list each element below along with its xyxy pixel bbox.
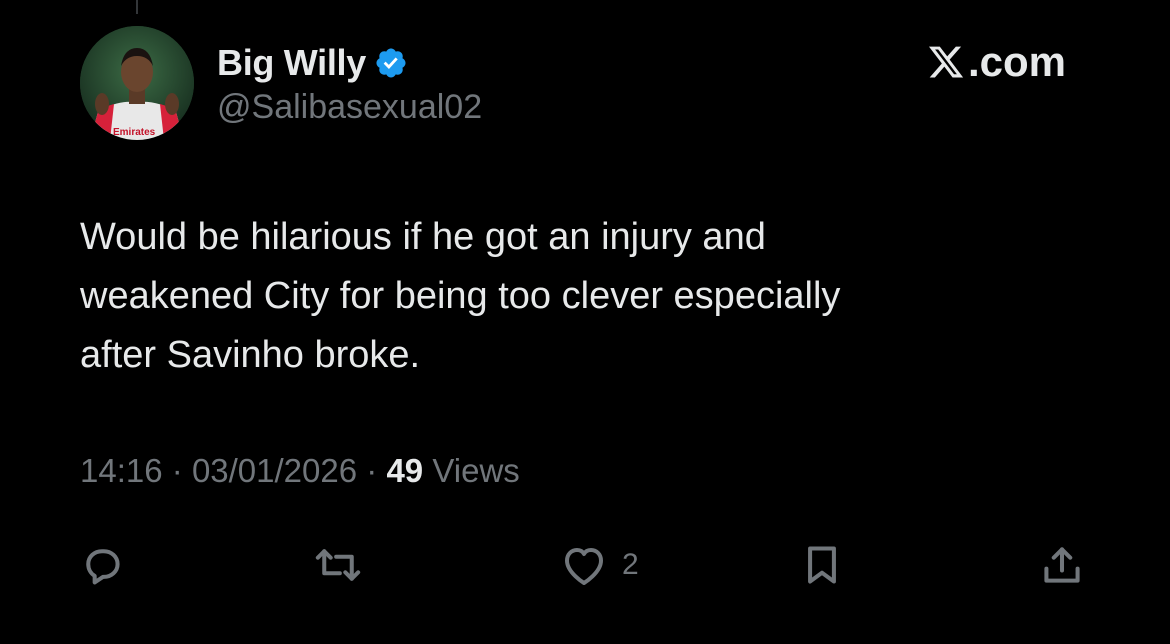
reply-icon xyxy=(80,543,124,587)
tweet-time[interactable]: 14:16 xyxy=(80,452,163,489)
share-button[interactable] xyxy=(1040,530,1084,600)
like-count: 2 xyxy=(622,548,639,581)
tweet-body: Would be hilarious if he got an injury a… xyxy=(80,208,1090,385)
thread-connector-line xyxy=(136,0,138,14)
tweet-text-line: weakened City for being too clever espec… xyxy=(80,275,841,317)
author-name-row[interactable]: Big Willy xyxy=(217,40,408,86)
avatar-shirt-logo: Emirates xyxy=(113,127,156,138)
x-brand-logo: .com xyxy=(926,38,1066,86)
x-logo-icon xyxy=(926,43,966,81)
reply-button[interactable] xyxy=(80,530,124,600)
tweet-text-line: Would be hilarious if he got an injury a… xyxy=(80,216,766,258)
retweet-button[interactable] xyxy=(314,530,362,600)
display-name[interactable]: Big Willy xyxy=(217,42,366,84)
tweet-metadata: 14:16 · 03/01/2026 · 49 Views xyxy=(80,452,520,490)
views-count[interactable]: 49 xyxy=(386,452,423,489)
tweet-date[interactable]: 03/01/2026 xyxy=(192,452,357,489)
tweet-action-bar: 2 xyxy=(0,530,1170,600)
tweet-text-line: after Savinho broke. xyxy=(80,334,421,376)
bookmark-icon xyxy=(800,542,844,588)
meta-separator: · xyxy=(171,452,183,489)
avatar[interactable]: Emirates xyxy=(80,26,194,140)
like-button[interactable]: 2 xyxy=(560,530,639,600)
bookmark-button[interactable] xyxy=(800,530,844,600)
verified-badge-icon xyxy=(374,46,408,80)
heart-icon xyxy=(560,543,608,587)
views-label: Views xyxy=(432,452,520,489)
share-icon xyxy=(1040,542,1084,588)
retweet-icon xyxy=(314,543,362,587)
avatar-photo xyxy=(80,26,194,140)
x-logo-domain-text: .com xyxy=(967,38,1066,85)
meta-separator: · xyxy=(366,452,378,489)
author-handle[interactable]: @Salibasexual02 xyxy=(217,88,482,127)
